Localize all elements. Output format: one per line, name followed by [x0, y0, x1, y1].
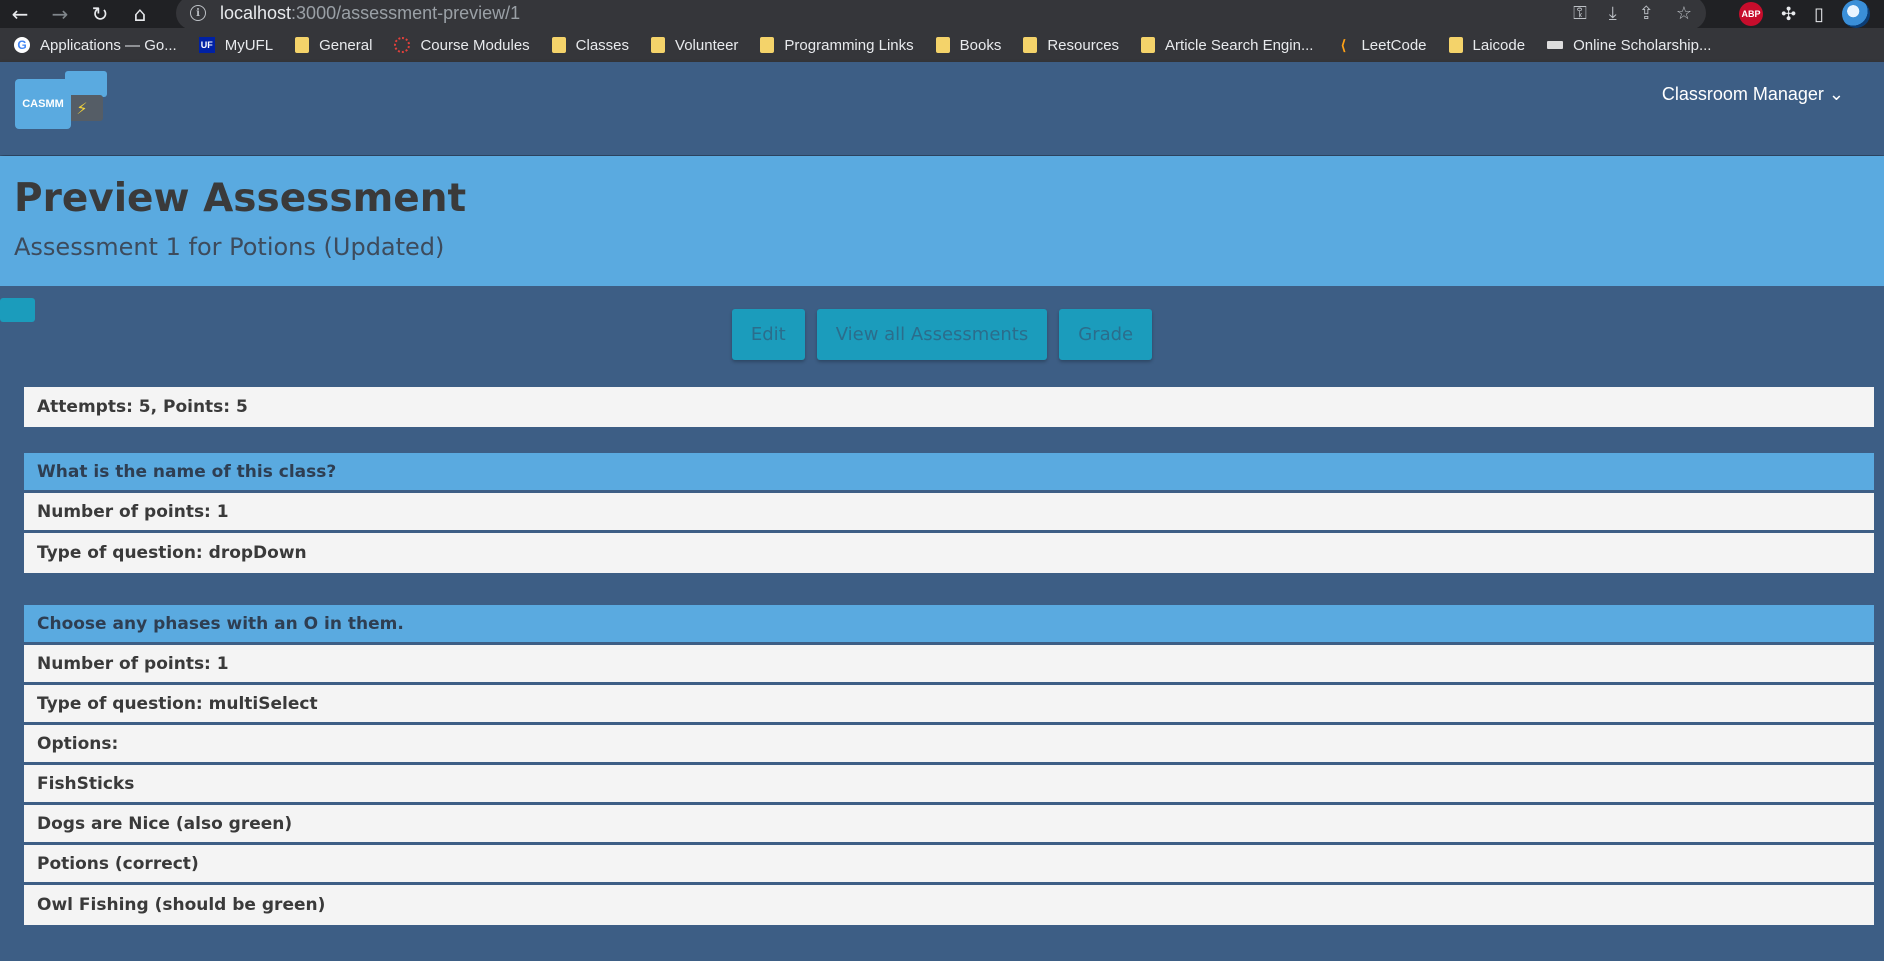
chevron-down-icon: ⌄ — [1828, 84, 1844, 104]
bookmark-item[interactable]: UF MyUFL — [198, 37, 273, 54]
bookmark-item[interactable]: G Applications — Go... — [14, 37, 177, 54]
folder-icon — [295, 37, 310, 53]
back-icon[interactable]: ← — [0, 0, 40, 28]
option-item: Potions (correct) — [24, 845, 1874, 885]
summary-card: Attempts: 5, Points: 5 — [24, 387, 1874, 427]
browser-toolbar: ← → ↻ ⌂ i localhost:3000/assessment-prev… — [0, 0, 1884, 30]
page-title: Preview Assessment — [14, 176, 467, 221]
canvas-icon — [394, 37, 411, 53]
bookmark-item[interactable]: Course Modules — [394, 37, 530, 54]
folder-icon — [651, 37, 666, 53]
question-type: Type of question: dropDown — [24, 533, 1874, 573]
star-icon[interactable]: ☆ — [1676, 3, 1692, 24]
scholarship-icon — [1547, 41, 1564, 49]
bookmark-folder[interactable]: Volunteer — [651, 37, 738, 54]
home-icon[interactable]: ⌂ — [120, 0, 160, 28]
action-buttons: Edit View all Assessments Grade — [0, 309, 1884, 360]
folder-icon — [760, 37, 775, 53]
edit-button[interactable]: Edit — [731, 309, 805, 360]
classroom-manager-dropdown[interactable]: Classroom Manager ⌄ — [1662, 84, 1844, 105]
bookmark-folder[interactable]: Resources — [1023, 37, 1119, 54]
bookmark-folder[interactable]: Laicode — [1448, 37, 1525, 54]
extensions-icon[interactable]: ✣ — [1781, 4, 1796, 25]
url-text: localhost:3000/assessment-preview/1 — [220, 2, 521, 23]
adblock-icon[interactable]: ABP — [1739, 2, 1763, 26]
uf-icon: UF — [198, 37, 215, 53]
bookmark-folder[interactable]: General — [295, 37, 372, 54]
classroom-manager-label: Classroom Manager — [1661, 84, 1824, 104]
logo-piece — [65, 71, 107, 97]
question-title: Choose any phases with an O in them. — [24, 605, 1874, 645]
question-points: Number of points: 1 — [24, 493, 1874, 533]
share-icon[interactable]: ⇪ — [1639, 3, 1654, 24]
grade-button[interactable]: Grade — [1059, 309, 1153, 360]
key-icon[interactable]: ⚿ — [1573, 3, 1587, 24]
bookmark-folder[interactable]: Article Search Engin... — [1141, 37, 1313, 54]
question-title: What is the name of this class? — [24, 453, 1874, 493]
options-label: Options: — [24, 725, 1874, 765]
option-item: Owl Fishing (should be green) — [24, 885, 1874, 925]
question-type: Type of question: multiSelect — [24, 685, 1874, 725]
install-icon[interactable]: ⤓ — [1609, 3, 1617, 24]
folder-icon — [935, 37, 950, 53]
leetcode-icon: ⟨ — [1340, 36, 1347, 53]
bookmark-item[interactable]: Online Scholarship... — [1547, 37, 1711, 54]
bookmarks-bar: G Applications — Go... UF MyUFL General Co… — [0, 28, 1884, 62]
folder-icon — [1141, 37, 1156, 53]
view-all-assessments-button[interactable]: View all Assessments — [816, 309, 1048, 360]
bookmark-folder[interactable]: Programming Links — [760, 37, 914, 54]
logo-text: CASMM — [15, 79, 71, 129]
question-card: What is the name of this class? Number o… — [24, 453, 1874, 573]
casmm-logo[interactable]: ⚡ CASMM — [15, 71, 107, 129]
google-icon: G — [14, 37, 30, 53]
header-banner: Preview Assessment Assessment 1 for Poti… — [0, 156, 1884, 286]
option-item: FishSticks — [24, 765, 1874, 805]
address-bar[interactable]: i localhost:3000/assessment-preview/1 ⚿ … — [176, 0, 1706, 30]
bookmark-item[interactable]: ⟨ LeetCode — [1335, 36, 1427, 54]
forward-icon[interactable]: → — [40, 0, 80, 28]
side-panel-icon[interactable]: ▯ — [1814, 4, 1824, 25]
assessment-subtitle: Assessment 1 for Potions (Updated) — [14, 233, 445, 261]
reload-icon[interactable]: ↻ — [80, 0, 120, 28]
bookmark-folder[interactable]: Classes — [551, 37, 629, 54]
question-points: Number of points: 1 — [24, 645, 1874, 685]
folder-icon — [551, 37, 566, 53]
folder-icon — [1023, 37, 1038, 53]
app-navbar: ⚡ CASMM Classroom Manager ⌄ — [0, 62, 1884, 155]
site-info-icon[interactable]: i — [190, 5, 206, 21]
attempts-points: Attempts: 5, Points: 5 — [24, 387, 1874, 427]
folder-icon — [1448, 37, 1463, 53]
profile-avatar[interactable] — [1842, 0, 1870, 28]
bookmark-folder[interactable]: Books — [935, 37, 1001, 54]
option-item: Dogs are Nice (also green) — [24, 805, 1874, 845]
question-card: Choose any phases with an O in them. Num… — [24, 605, 1874, 925]
